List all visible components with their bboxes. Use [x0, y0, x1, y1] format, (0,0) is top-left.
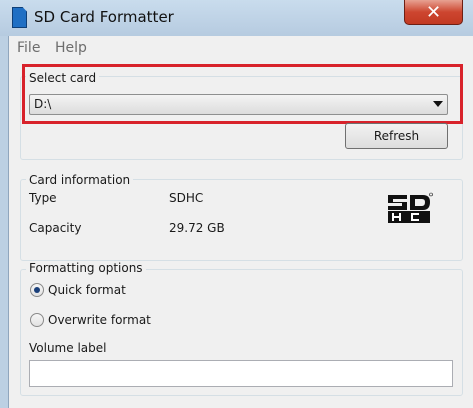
menu-bar: File Help — [9, 36, 473, 60]
close-icon: ✕ — [425, 1, 442, 23]
volume-label-input[interactable] — [29, 360, 453, 387]
quick-format-label[interactable]: Quick format — [48, 283, 126, 297]
capacity-label: Capacity — [29, 221, 82, 235]
type-label: Type — [29, 191, 57, 205]
refresh-button-label: Refresh — [373, 129, 420, 143]
overwrite-format-label[interactable]: Overwrite format — [48, 313, 151, 327]
type-value: SDHC — [169, 191, 204, 205]
menu-file[interactable]: File — [17, 40, 40, 56]
quick-format-radio[interactable] — [30, 283, 44, 297]
client-area: File Help Select card D:\ Refresh Card i… — [8, 36, 473, 408]
window-title: SD Card Formatter — [34, 8, 174, 26]
chevron-down-icon — [433, 101, 443, 107]
card-dropdown-value: D:\ — [34, 97, 52, 111]
refresh-button[interactable]: Refresh — [345, 123, 448, 149]
card-dropdown[interactable]: D:\ — [29, 94, 448, 115]
card-information-label: Card information — [26, 173, 134, 187]
title-bar[interactable]: SD Card Formatter ✕ — [0, 0, 473, 36]
sd-card-app-icon — [12, 7, 27, 28]
sdhc-logo-icon — [388, 192, 433, 223]
volume-label-title: Volume label — [29, 341, 107, 355]
app-window: SD Card Formatter ✕ File Help Select car… — [0, 0, 473, 408]
menu-help[interactable]: Help — [55, 40, 87, 56]
overwrite-format-radio[interactable] — [30, 313, 44, 327]
formatting-options-label: Formatting options — [26, 261, 146, 275]
close-button[interactable]: ✕ — [404, 0, 463, 25]
capacity-value: 29.72 GB — [169, 221, 225, 235]
